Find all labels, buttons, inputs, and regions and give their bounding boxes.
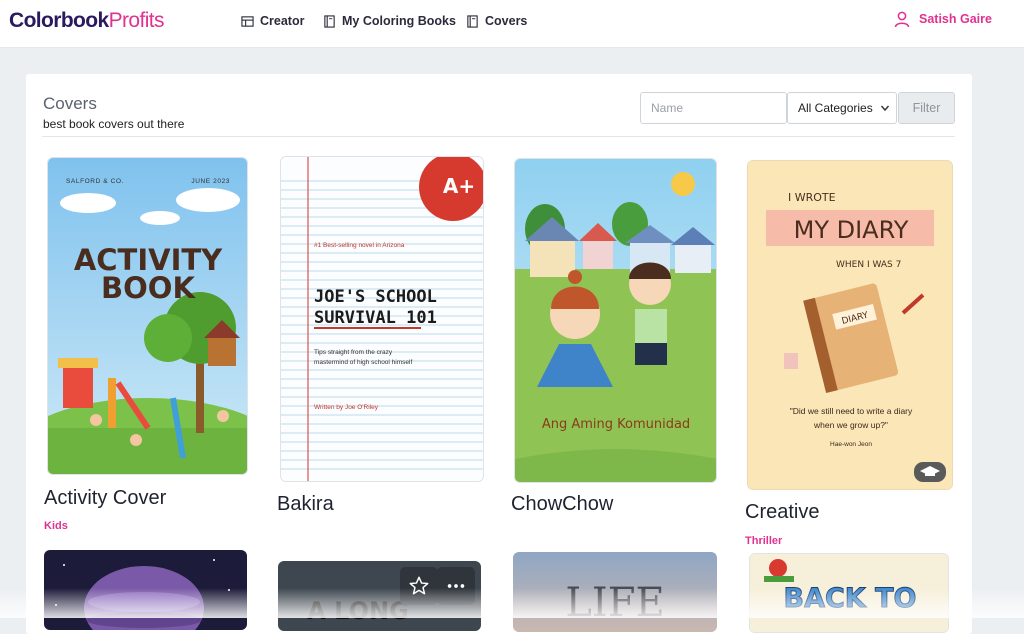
cover-line-1: I WROTE bbox=[788, 191, 836, 204]
cover-category: Thriller bbox=[745, 535, 783, 547]
cover-category: Kids bbox=[44, 520, 68, 532]
nav-label-creator: Creator bbox=[260, 14, 305, 28]
cover-headline: MY DIARY bbox=[794, 216, 909, 244]
book-icon bbox=[467, 14, 478, 28]
cover-headline-1: JOE'S SCHOOL bbox=[314, 287, 437, 307]
page-title: Covers bbox=[43, 94, 97, 113]
favorite-star-button[interactable] bbox=[400, 567, 438, 605]
nav-label-my-coloring-books: My Coloring Books bbox=[342, 14, 456, 28]
user-menu[interactable]: Satish Gaire bbox=[893, 10, 992, 28]
nav-label-covers: Covers bbox=[485, 14, 528, 28]
table-icon bbox=[241, 15, 254, 27]
category-select[interactable]: All Categories bbox=[787, 92, 897, 124]
cover-card-row2-4[interactable]: BACK TO bbox=[749, 553, 949, 633]
cover-desc-1: Tips straight from the crazy bbox=[314, 349, 393, 356]
cover-card-bakira[interactable]: A+ #1 Best-selling novel in Arizona JOE'… bbox=[280, 156, 484, 482]
cover-author: Hae-won Jeon bbox=[830, 441, 872, 448]
cover-author: Written by Joe O'Riley bbox=[314, 404, 379, 411]
cover-tagline: #1 Best-selling novel in Arizona bbox=[314, 242, 405, 249]
cover-caption: Ang Aming Komunidad bbox=[542, 417, 690, 432]
header-divider bbox=[42, 136, 955, 137]
brand-logo[interactable]: ColorbookProfits bbox=[9, 9, 165, 33]
nav-covers[interactable]: Covers bbox=[466, 14, 527, 28]
more-horizontal-icon bbox=[447, 584, 465, 588]
cover-publisher-text: SALFORD & CO. bbox=[66, 178, 124, 185]
cover-title[interactable]: Activity Cover bbox=[44, 487, 166, 510]
logo-part2: Profits bbox=[108, 9, 165, 32]
cover-quote-1: "Did we still need to write a diary bbox=[790, 406, 913, 416]
cover-desc-2: mastermind of high school himself bbox=[314, 359, 412, 366]
cover-art-activity: SALFORD & CO. JUNE 2023 ACTIVITY BOOK bbox=[48, 158, 247, 474]
logo-part1: Colorbook bbox=[9, 9, 109, 32]
cover-art-planet bbox=[44, 550, 247, 630]
top-navbar: ColorbookProfits Creator My Coloring Boo… bbox=[0, 0, 1024, 48]
cover-headline-2: BOOK bbox=[101, 271, 196, 305]
book-icon bbox=[324, 14, 335, 28]
cover-art-text: BACK TO bbox=[784, 583, 917, 614]
cover-title[interactable]: ChowChow bbox=[511, 493, 613, 516]
cover-art-text: A LONG bbox=[307, 597, 409, 625]
cover-art-chowchow: Ang Aming Komunidad bbox=[515, 159, 716, 482]
chevron-down-icon bbox=[880, 105, 890, 112]
grade-badge-text: A+ bbox=[443, 174, 475, 198]
cover-art-back-to: BACK TO bbox=[750, 554, 948, 632]
name-search-input[interactable] bbox=[640, 92, 787, 124]
cover-card-row2-1[interactable] bbox=[44, 550, 247, 630]
cover-card-row2-3[interactable]: LIFE bbox=[513, 552, 717, 632]
cover-line-3: WHEN I WAS 7 bbox=[836, 260, 901, 270]
user-name: Satish Gaire bbox=[919, 12, 992, 26]
nav-creator[interactable]: Creator bbox=[241, 14, 304, 28]
filter-button[interactable]: Filter bbox=[898, 92, 955, 124]
cover-title[interactable]: Creative bbox=[745, 501, 819, 524]
cover-title[interactable]: Bakira bbox=[277, 493, 334, 516]
cover-art-life: LIFE bbox=[513, 552, 717, 632]
cover-card-creative[interactable]: I WROTE MY DIARY WHEN I WAS 7 DIARY "Did… bbox=[747, 160, 953, 490]
page-subtitle: best book covers out there bbox=[43, 117, 185, 131]
category-selected-value: All Categories bbox=[798, 101, 873, 115]
cover-art-bakira: A+ #1 Best-selling novel in Arizona JOE'… bbox=[281, 157, 483, 481]
user-icon bbox=[894, 11, 910, 28]
star-icon bbox=[409, 576, 429, 595]
cover-quote-2: when we grow up?" bbox=[813, 420, 888, 430]
cover-art-text: LIFE bbox=[565, 580, 664, 626]
cover-card-chowchow[interactable]: Ang Aming Komunidad bbox=[514, 158, 717, 483]
more-options-button[interactable] bbox=[437, 567, 475, 605]
nav-my-coloring-books[interactable]: My Coloring Books bbox=[323, 14, 456, 28]
cover-card-activity[interactable]: SALFORD & CO. JUNE 2023 ACTIVITY BOOK bbox=[47, 157, 248, 475]
cover-date-text: JUNE 2023 bbox=[191, 178, 230, 185]
cover-headline-2: SURVIVAL 101 bbox=[314, 308, 437, 328]
cover-art-creative: I WROTE MY DIARY WHEN I WAS 7 DIARY "Did… bbox=[748, 161, 952, 489]
